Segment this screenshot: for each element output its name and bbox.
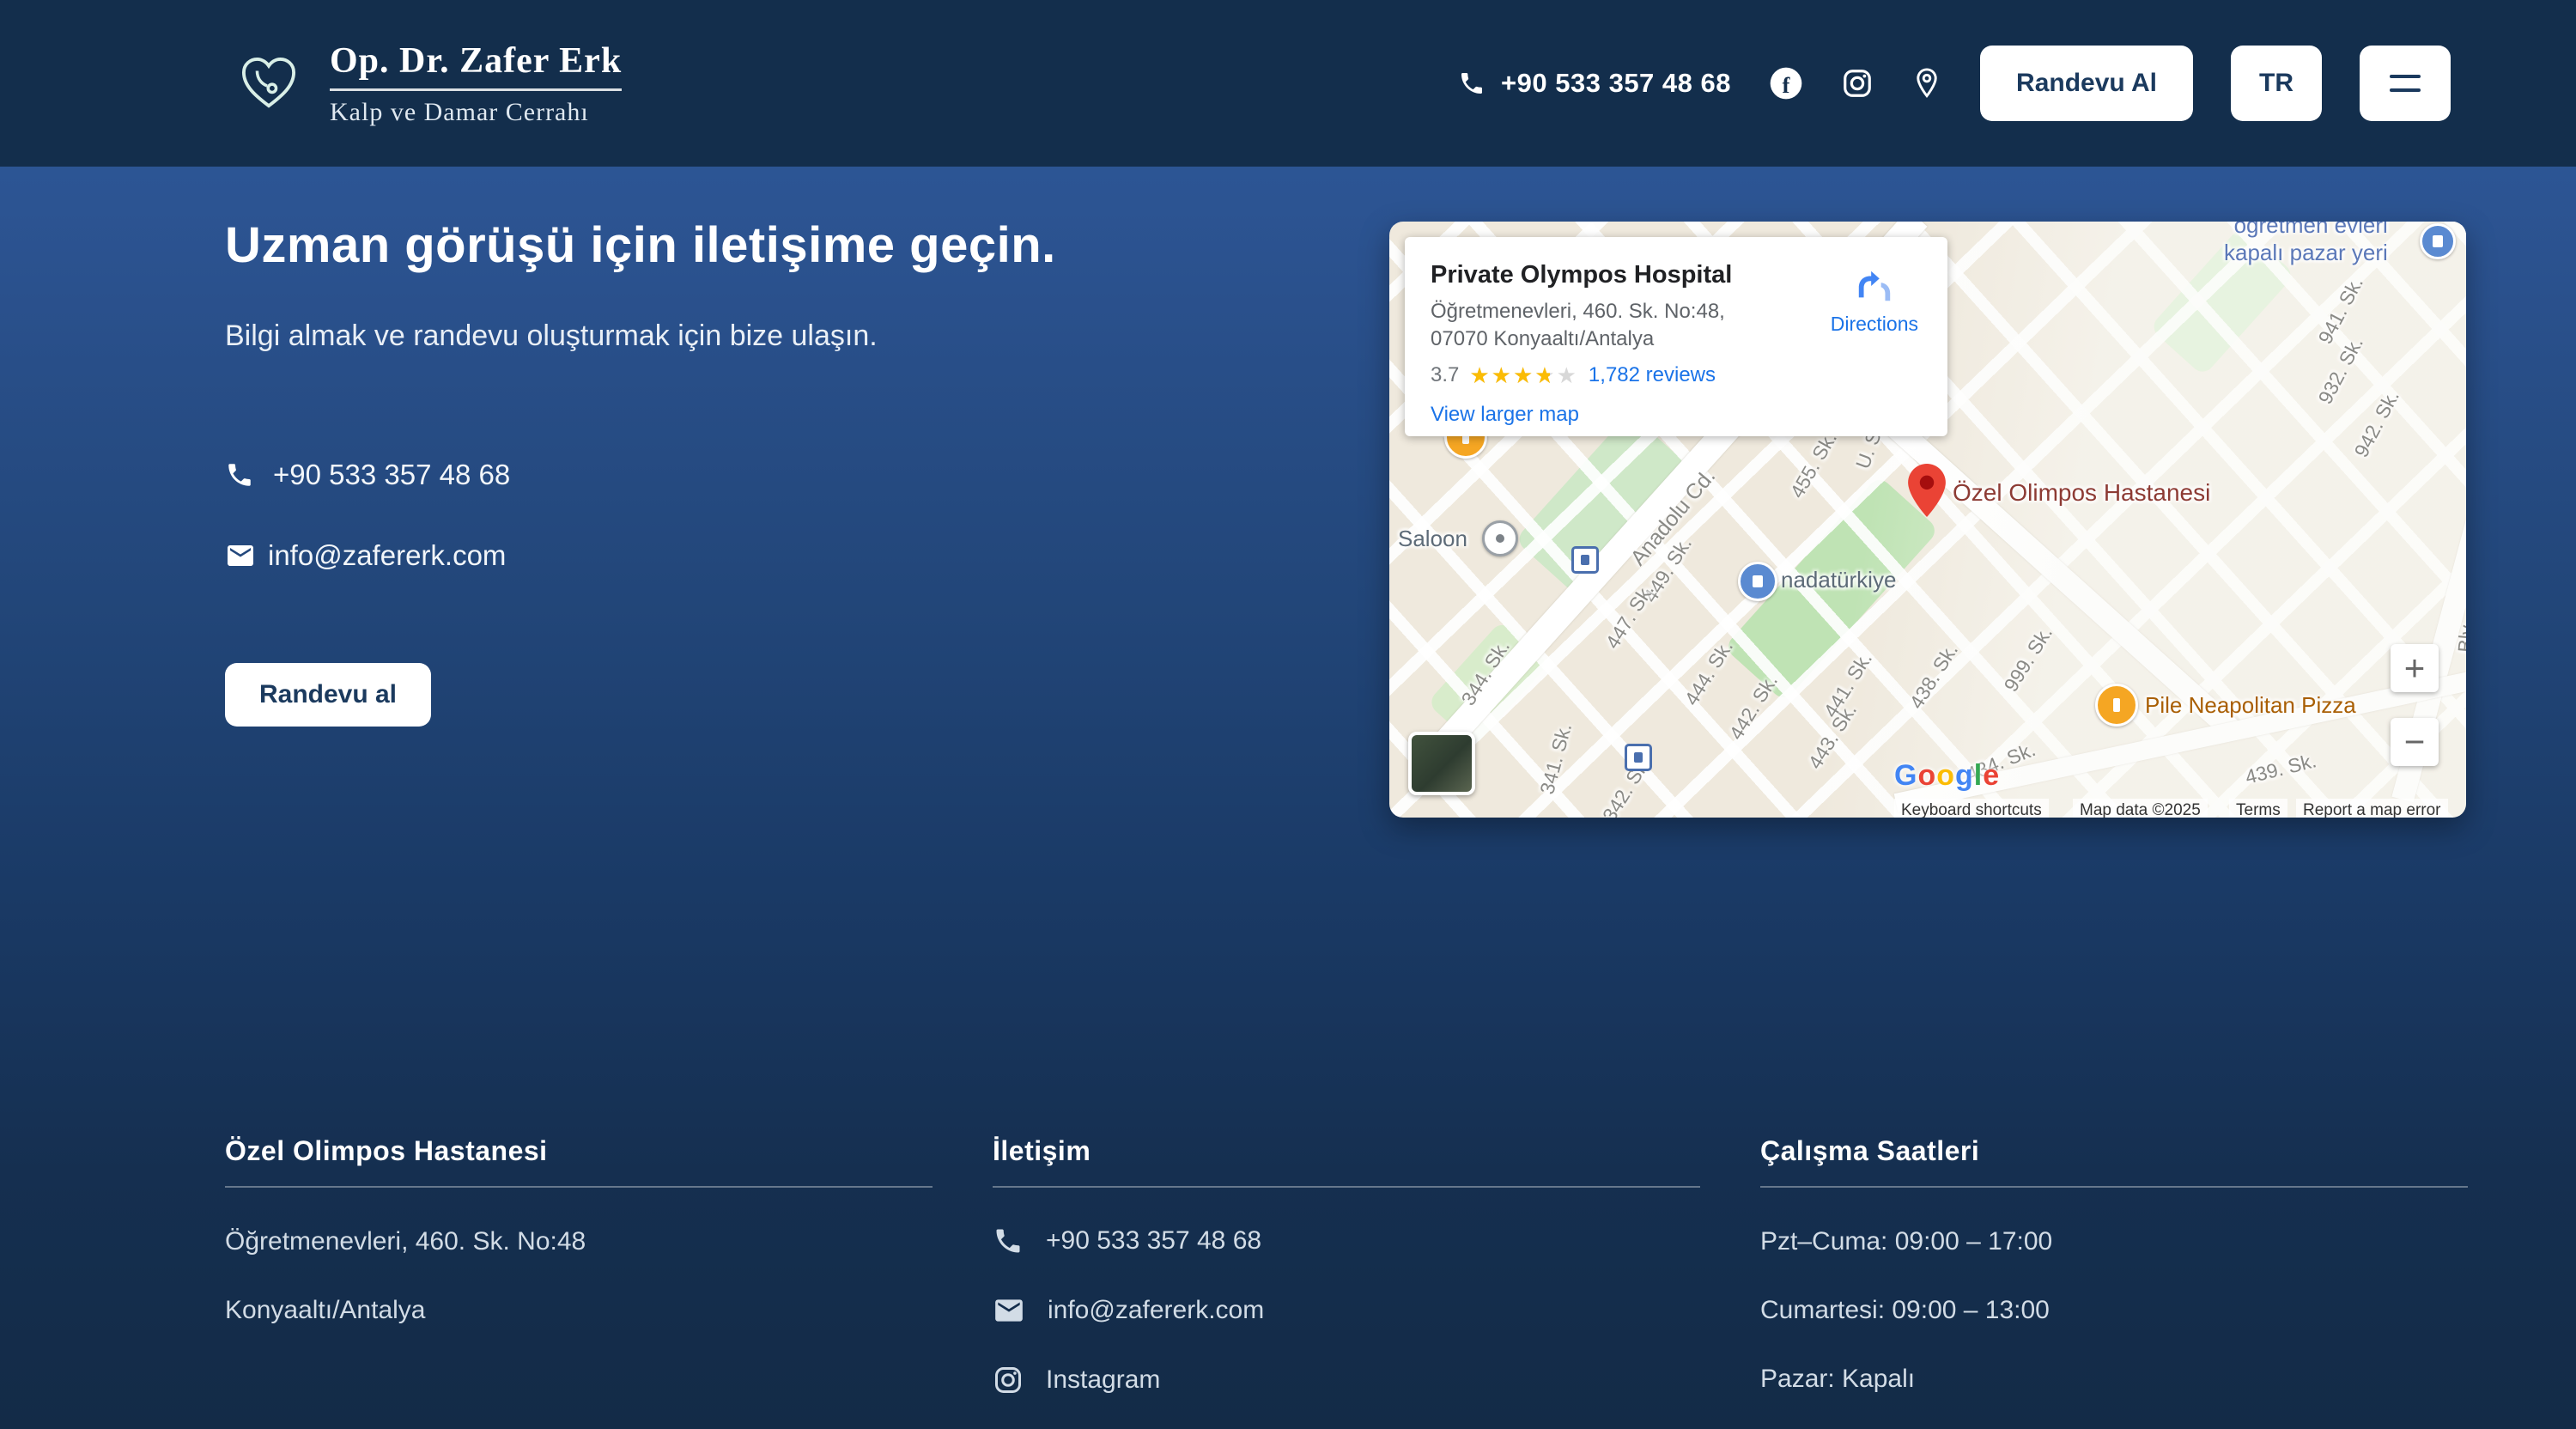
poi-label-bank[interactable]: nadatürkiye <box>1781 567 1896 593</box>
footer-hospital-title: Özel Olimpos Hastanesi <box>225 1135 933 1167</box>
brand[interactable]: Op. Dr. Zafer Erk Kalp ve Damar Cerrahı <box>239 40 622 127</box>
report-map-error-link[interactable]: Report a map error <box>2296 799 2448 818</box>
footer-email-link[interactable]: info@zafererk.com <box>993 1294 1700 1327</box>
map-zoom-in-button[interactable]: + <box>2391 644 2439 692</box>
header-right: +90 533 357 48 68 f Randevu Al TR <box>1458 46 2451 121</box>
brand-name: Op. Dr. Zafer Erk <box>330 40 622 91</box>
google-map-embed[interactable]: 455. Sk. 449. Sk. 447. Sk. 444. Sk. 442.… <box>1389 222 2466 818</box>
google-logo[interactable]: Google <box>1894 759 2000 793</box>
footer-phone-link[interactable]: +90 533 357 48 68 <box>993 1225 1700 1256</box>
footer-column-hospital: Özel Olimpos Hastanesi Öğretmenevleri, 4… <box>225 1135 933 1429</box>
phone-icon <box>225 460 254 490</box>
poi-label-hospital[interactable]: Özel Olimpos Hastanesi <box>1953 479 2210 507</box>
terms-link[interactable]: Terms <box>2229 799 2287 818</box>
divider <box>993 1186 1700 1188</box>
menu-button[interactable] <box>2360 46 2451 121</box>
footer-address-line1: Öğretmenevleri, 460. Sk. No:48 <box>225 1227 933 1256</box>
heart-stethoscope-logo-icon <box>239 56 299 111</box>
map-zoom-out-button[interactable]: − <box>2391 718 2439 766</box>
instagram-icon <box>993 1365 1024 1396</box>
header-phone-number: +90 533 357 48 68 <box>1501 68 1731 99</box>
transit-stop-icon[interactable] <box>1625 744 1652 771</box>
hero-email-link[interactable]: info@zafererk.com <box>225 539 506 572</box>
footer-email-text: info@zafererk.com <box>1048 1296 1264 1325</box>
footer-instagram-link[interactable]: Instagram <box>993 1365 1700 1396</box>
header: Op. Dr. Zafer Erk Kalp ve Damar Cerrahı … <box>0 0 2576 167</box>
phone-icon <box>1458 70 1485 97</box>
street-label: Blv. <box>2453 620 2466 654</box>
footer-hours-sunday: Pazar: Kapalı <box>1760 1365 2468 1394</box>
envelope-icon <box>993 1294 1025 1327</box>
view-larger-map-link[interactable]: View larger map <box>1431 403 1579 427</box>
footer-column-hours: Çalışma Saatleri Pzt–Cuma: 09:00 – 17:00… <box>1760 1135 2468 1429</box>
location-pin-icon[interactable] <box>1911 67 1942 100</box>
page: Op. Dr. Zafer Erk Kalp ve Damar Cerrahı … <box>0 0 2576 1429</box>
poi-label-saloon[interactable]: Saloon <box>1398 526 1467 552</box>
poi-label-market[interactable]: öğretmen evleri kapalı pazar yeri <box>2224 222 2388 266</box>
footer: Özel Olimpos Hastanesi Öğretmenevleri, 4… <box>225 1135 2468 1429</box>
poi-blue-icon[interactable] <box>1738 562 1777 601</box>
map-card-rating-row: 3.7 ★★★★★ ★★★★★ 1,782 reviews <box>1431 363 1922 387</box>
footer-contact-title: İletişim <box>993 1135 1700 1167</box>
brand-text: Op. Dr. Zafer Erk Kalp ve Damar Cerrahı <box>330 40 622 127</box>
footer-hours-weekdays: Pzt–Cuma: 09:00 – 17:00 <box>1760 1227 2468 1256</box>
hero-email-text: info@zafererk.com <box>268 539 506 572</box>
hamburger-icon <box>2390 75 2421 78</box>
satellite-view-thumbnail[interactable] <box>1408 732 1475 795</box>
envelope-icon <box>225 540 256 571</box>
hero-cta-button[interactable]: Randevu al <box>225 663 431 727</box>
divider <box>225 1186 933 1188</box>
brand-subtitle: Kalp ve Damar Cerrahı <box>330 98 622 127</box>
divider <box>1760 1186 2468 1188</box>
map-info-card: Private Olympos Hospital Öğretmenevleri,… <box>1405 237 1947 436</box>
directions-icon <box>1855 266 1894 306</box>
reviews-link[interactable]: 1,782 reviews <box>1589 363 1716 387</box>
map-data-label: Map data ©2025 <box>2073 799 2208 818</box>
appointment-button[interactable]: Randevu Al <box>1980 46 2193 121</box>
header-phone-link[interactable]: +90 533 357 48 68 <box>1458 68 1731 99</box>
phone-icon <box>993 1225 1024 1256</box>
facebook-icon[interactable]: f <box>1769 66 1803 100</box>
language-button[interactable]: TR <box>2231 46 2322 121</box>
footer-column-contact: İletişim +90 533 357 48 68 info@zafererk… <box>993 1135 1700 1429</box>
footer-hours-title: Çalışma Saatleri <box>1760 1135 2468 1167</box>
instagram-icon[interactable] <box>1841 67 1874 100</box>
red-map-pin-icon[interactable] <box>1908 464 1946 517</box>
hero-subtitle: Bilgi almak ve randevu oluşturmak için b… <box>225 319 878 353</box>
footer-instagram-label: Instagram <box>1046 1365 1160 1395</box>
poi-label-pizza[interactable]: Pile Neapolitan Pizza <box>2145 692 2356 719</box>
hero-phone-link[interactable]: +90 533 357 48 68 <box>225 459 510 491</box>
transit-stop-icon[interactable] <box>1571 546 1599 574</box>
rating-value: 3.7 <box>1431 363 1459 387</box>
footer-hours-saturday: Cumartesi: 09:00 – 13:00 <box>1760 1296 2468 1325</box>
footer-phone-number: +90 533 357 48 68 <box>1046 1226 1261 1256</box>
hero-phone-number: +90 533 357 48 68 <box>273 459 510 491</box>
hero-title: Uzman görüşü için iletişime geçin. <box>225 216 1056 274</box>
footer-address-line2: Konyaaltı/Antalya <box>225 1296 933 1325</box>
poi-blue-icon[interactable] <box>2420 223 2456 259</box>
poi-food-icon[interactable] <box>2095 684 2138 727</box>
poi-gray-icon[interactable] <box>1482 520 1518 556</box>
svg-text:f: f <box>1783 72 1791 98</box>
directions-button[interactable]: Directions <box>1831 266 1918 336</box>
keyboard-shortcuts-link[interactable]: Keyboard shortcuts <box>1894 799 2049 818</box>
directions-label: Directions <box>1831 313 1918 336</box>
star-rating-icon: ★★★★★ ★★★★★ <box>1469 364 1578 386</box>
